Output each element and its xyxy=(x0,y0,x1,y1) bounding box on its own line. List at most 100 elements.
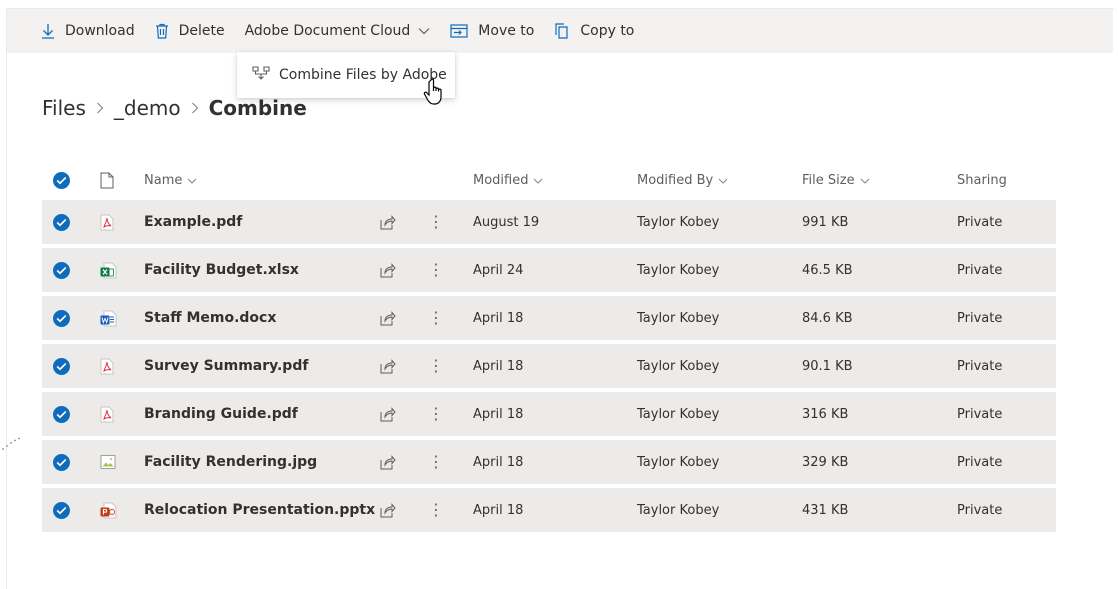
chevron-down-icon xyxy=(533,173,543,188)
table-row[interactable]: Example.pdf ⋮ August 19 Taylor Kobey 991… xyxy=(42,200,1056,244)
move-to-icon xyxy=(450,24,468,38)
breadcrumb-current: Combine xyxy=(208,96,307,120)
file-size: 84.6 KB xyxy=(802,310,853,326)
chevron-down-icon xyxy=(418,27,430,35)
file-type-icon[interactable] xyxy=(100,160,114,200)
delete-label: Delete xyxy=(178,23,225,39)
breadcrumb-files[interactable]: Files xyxy=(42,96,86,120)
checkmark-icon xyxy=(53,309,70,327)
adobe-document-cloud-label: Adobe Document Cloud xyxy=(244,23,411,39)
modified-date: April 24 xyxy=(473,262,524,278)
modified-date: August 19 xyxy=(473,214,540,230)
move-to-button[interactable]: Move to xyxy=(450,9,534,53)
sharing-status: Private xyxy=(957,406,1003,422)
file-name[interactable]: Staff Memo.docx xyxy=(144,296,276,340)
modified-by[interactable]: Taylor Kobey xyxy=(637,248,719,292)
table-row[interactable]: Facility Budget.xlsx ⋮ April 24 Taylor K… xyxy=(42,248,1056,292)
chevron-right-icon xyxy=(191,99,199,118)
table-row[interactable]: Branding Guide.pdf ⋮ April 18 Taylor Kob… xyxy=(42,392,1056,436)
column-header-modified[interactable]: Modified xyxy=(473,160,543,200)
more-actions-icon[interactable]: ⋮ xyxy=(428,296,444,340)
modified-date: April 18 xyxy=(473,454,524,470)
row-checkbox[interactable] xyxy=(53,440,70,484)
adobe-document-cloud-button[interactable]: Adobe Document Cloud xyxy=(245,9,431,53)
modified-date: April 18 xyxy=(473,406,524,422)
checkmark-icon xyxy=(53,213,70,231)
modified-by[interactable]: Taylor Kobey xyxy=(637,440,719,484)
file-name[interactable]: Example.pdf xyxy=(144,200,242,244)
file-name[interactable]: Survey Summary.pdf xyxy=(144,344,308,388)
file-name[interactable]: Relocation Presentation.pptx xyxy=(144,488,375,532)
list-header: Name Modified Modified By File Size Shar… xyxy=(42,160,1056,200)
excel-file-icon xyxy=(100,248,117,292)
checkmark-icon xyxy=(53,453,70,471)
sharing-status: Private xyxy=(957,310,1003,326)
modified-by[interactable]: Taylor Kobey xyxy=(637,392,719,436)
modified-by[interactable]: Taylor Kobey xyxy=(637,488,719,532)
hand-cursor-icon xyxy=(423,78,449,110)
chevron-down-icon xyxy=(187,173,197,188)
row-checkbox[interactable] xyxy=(53,296,70,340)
pdf-file-icon xyxy=(100,200,114,244)
checkmark-icon xyxy=(53,171,70,189)
checkmark-icon xyxy=(53,357,70,375)
copy-to-button[interactable]: Copy to xyxy=(554,9,634,53)
breadcrumb-demo[interactable]: _demo xyxy=(114,96,181,120)
file-name[interactable]: Branding Guide.pdf xyxy=(144,392,298,436)
share-icon[interactable] xyxy=(380,200,396,244)
download-button[interactable]: Download xyxy=(41,9,135,53)
image-file-icon xyxy=(100,440,116,484)
column-header-modified-by[interactable]: Modified By xyxy=(637,160,728,200)
more-actions-icon[interactable]: ⋮ xyxy=(428,440,444,484)
more-actions-icon[interactable]: ⋮ xyxy=(428,200,444,244)
file-size: 991 KB xyxy=(802,214,849,230)
row-checkbox[interactable] xyxy=(53,392,70,436)
modified-by[interactable]: Taylor Kobey xyxy=(637,296,719,340)
table-row[interactable]: Staff Memo.docx ⋮ April 18 Taylor Kobey … xyxy=(42,296,1056,340)
command-bar: Download Delete Adobe Document Cloud Mov… xyxy=(7,9,1113,53)
row-checkbox[interactable] xyxy=(53,248,70,292)
table-row[interactable]: Relocation Presentation.pptx ⋮ April 18 … xyxy=(42,488,1056,532)
modified-date: April 18 xyxy=(473,502,524,518)
row-checkbox[interactable] xyxy=(53,488,70,532)
more-actions-icon[interactable]: ⋮ xyxy=(428,248,444,292)
more-actions-icon[interactable]: ⋮ xyxy=(428,344,444,388)
checkmark-icon xyxy=(53,405,70,423)
select-all-checkbox[interactable] xyxy=(53,160,70,200)
more-actions-icon[interactable]: ⋮ xyxy=(428,392,444,436)
row-checkbox[interactable] xyxy=(53,200,70,244)
file-size: 329 KB xyxy=(802,454,849,470)
copy-icon xyxy=(554,23,570,39)
breadcrumb: Files _demo Combine xyxy=(42,94,307,122)
share-icon[interactable] xyxy=(380,392,396,436)
delete-button[interactable]: Delete xyxy=(155,9,225,53)
move-to-label: Move to xyxy=(478,23,535,39)
column-header-sharing[interactable]: Sharing xyxy=(957,160,1007,200)
chevron-down-icon xyxy=(860,173,870,188)
pdf-file-icon xyxy=(100,344,114,388)
file-list: Example.pdf ⋮ August 19 Taylor Kobey 991… xyxy=(42,200,1056,536)
column-header-file-size[interactable]: File Size xyxy=(802,160,870,200)
share-icon[interactable] xyxy=(380,344,396,388)
column-header-name[interactable]: Name xyxy=(144,160,197,200)
share-icon[interactable] xyxy=(380,488,396,532)
modified-by[interactable]: Taylor Kobey xyxy=(637,200,719,244)
column-name-label: Name xyxy=(144,172,183,188)
file-name[interactable]: Facility Rendering.jpg xyxy=(144,440,317,484)
table-row[interactable]: Survey Summary.pdf ⋮ April 18 Taylor Kob… xyxy=(42,344,1056,388)
share-icon[interactable] xyxy=(380,296,396,340)
modified-by[interactable]: Taylor Kobey xyxy=(637,344,719,388)
file-name[interactable]: Facility Budget.xlsx xyxy=(144,248,299,292)
chevron-down-icon xyxy=(718,173,728,188)
more-actions-icon[interactable]: ⋮ xyxy=(428,488,444,532)
chevron-right-icon xyxy=(96,99,104,118)
copy-to-label: Copy to xyxy=(580,23,635,39)
powerpoint-file-icon xyxy=(100,488,117,532)
column-sharing-label: Sharing xyxy=(957,172,1007,188)
checkmark-icon xyxy=(53,261,70,279)
checkmark-icon xyxy=(53,501,70,519)
share-icon[interactable] xyxy=(380,248,396,292)
table-row[interactable]: Facility Rendering.jpg ⋮ April 18 Taylor… xyxy=(42,440,1056,484)
row-checkbox[interactable] xyxy=(53,344,70,388)
share-icon[interactable] xyxy=(380,440,396,484)
